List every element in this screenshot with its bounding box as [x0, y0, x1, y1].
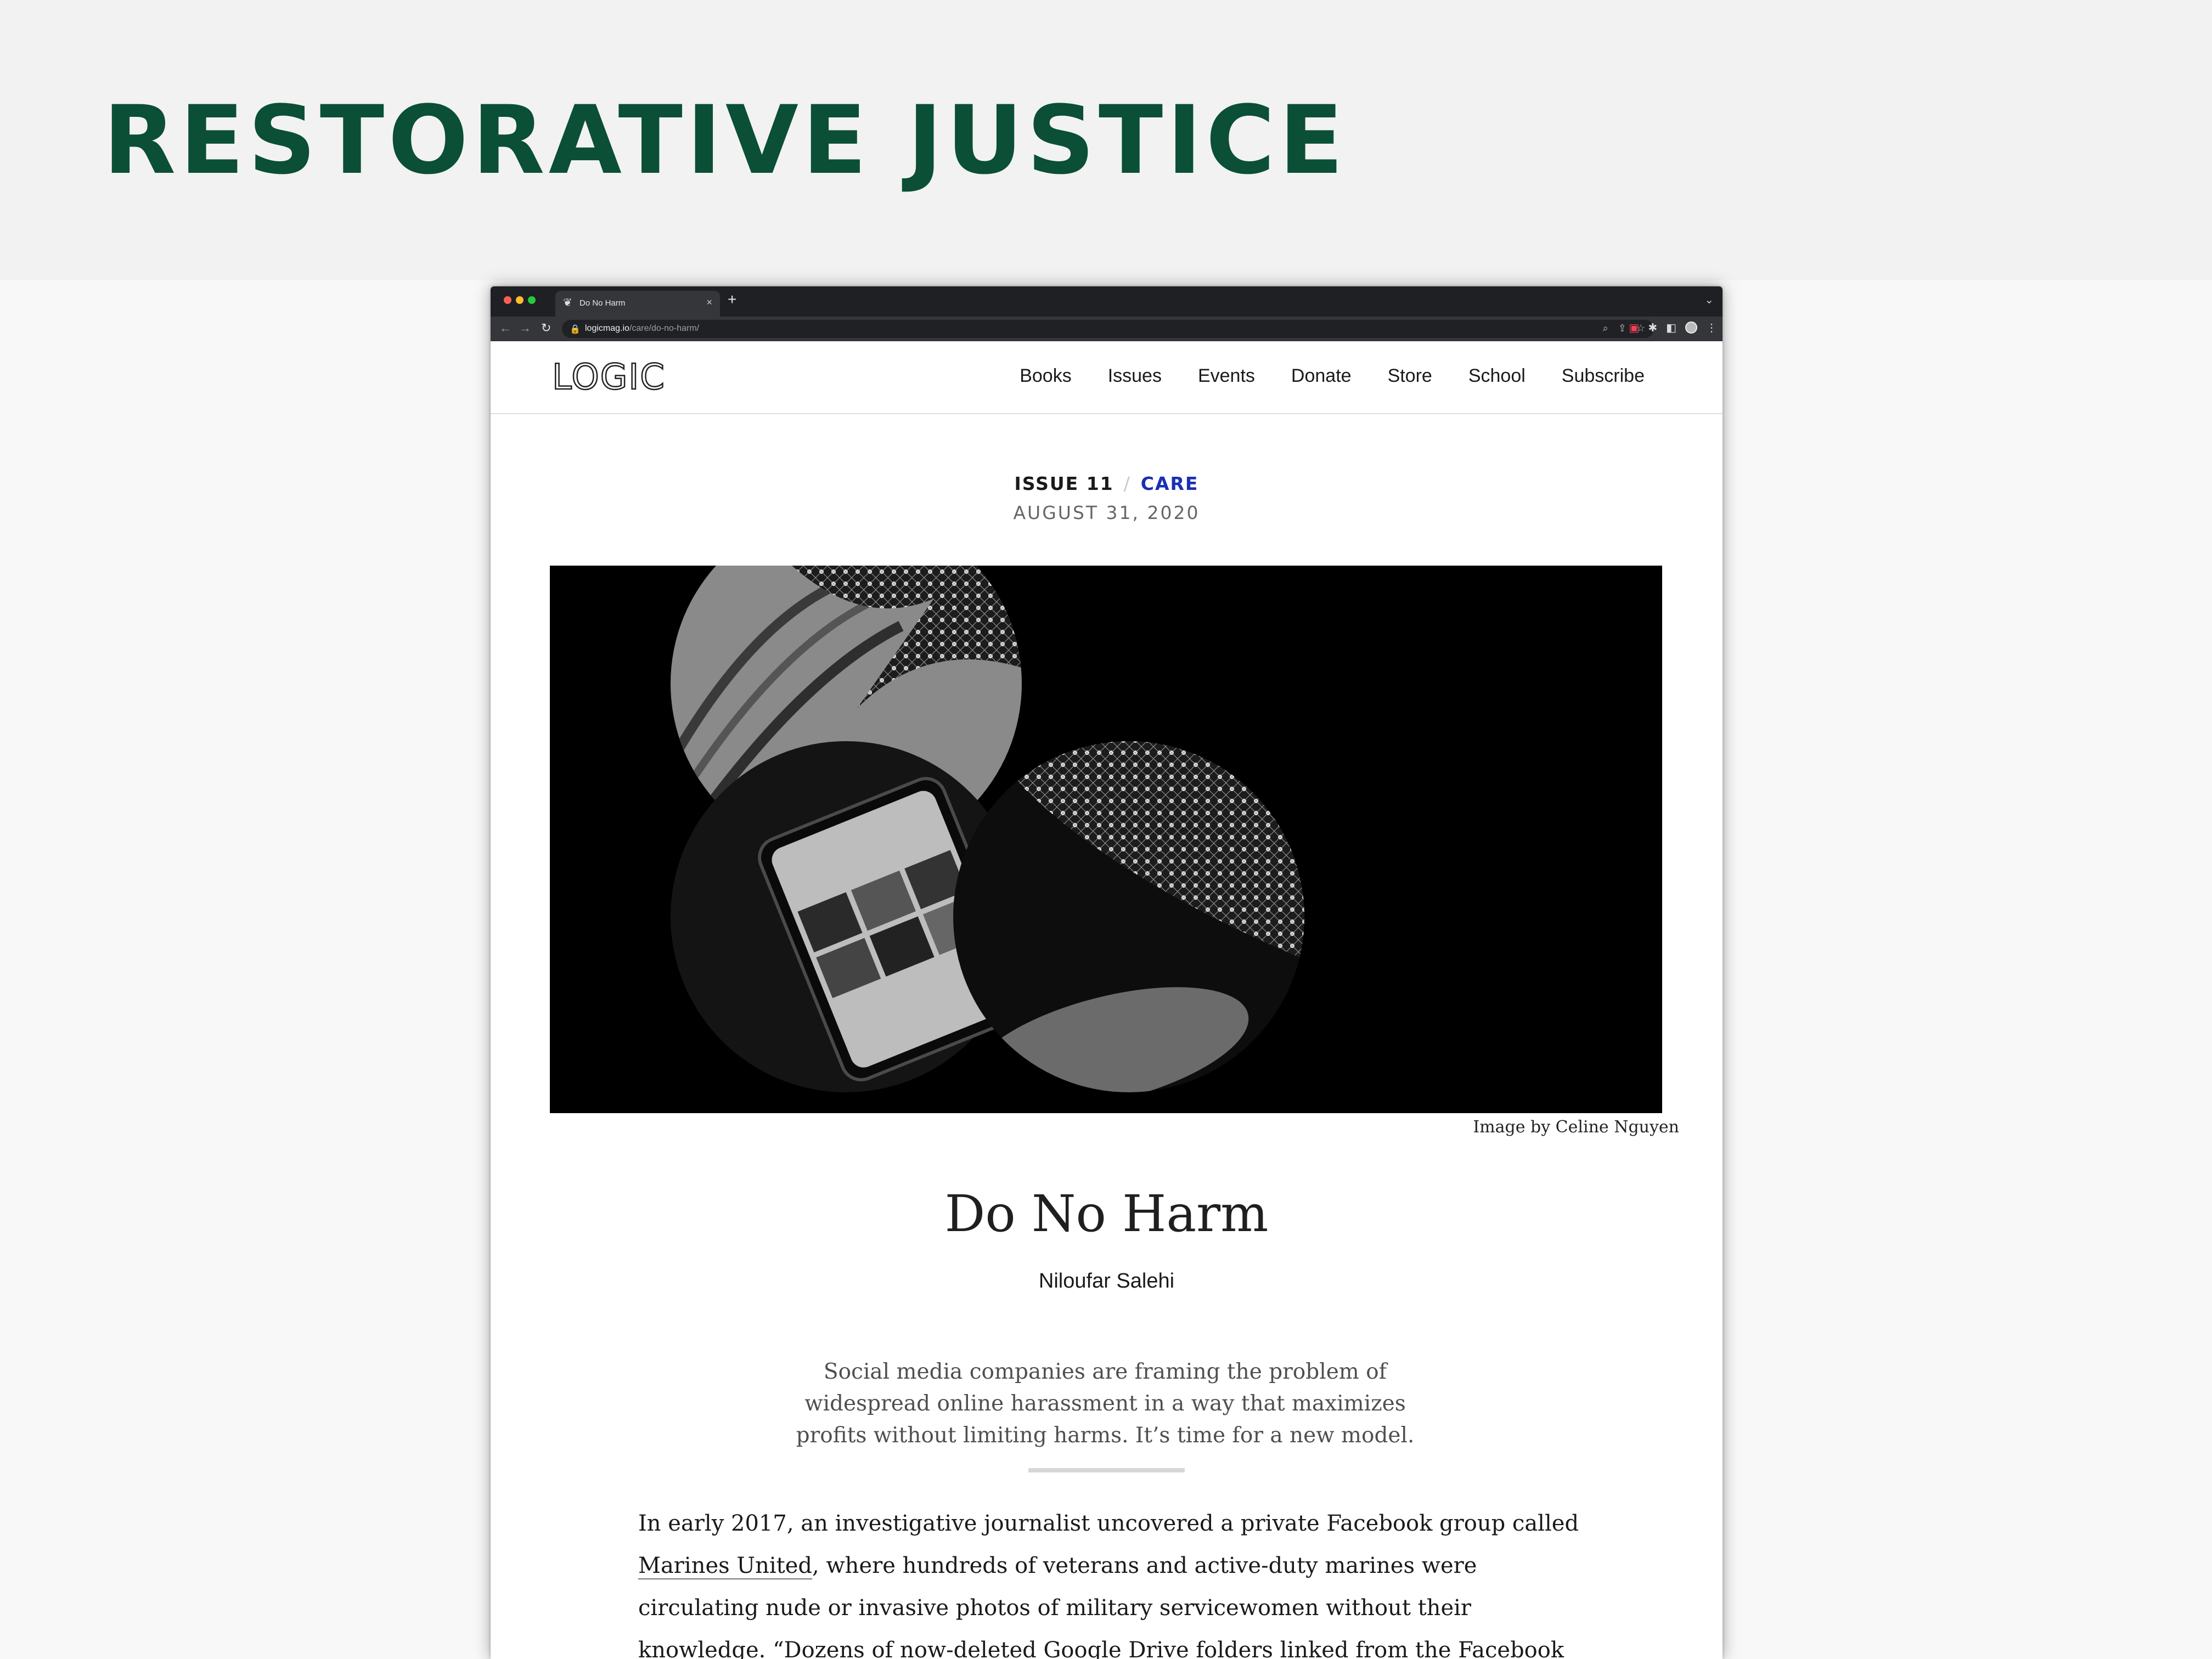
slide-title: RESTORATIVE JUSTICE — [103, 85, 1347, 195]
new-tab-button[interactable]: + — [728, 292, 736, 307]
lock-icon[interactable]: 🔒 — [570, 324, 581, 335]
dek-line: profits without limiting harms. It’s tim… — [796, 1423, 1415, 1448]
site-nav: Books Issues Events Donate Store School … — [1020, 365, 1645, 387]
article-author[interactable]: Niloufar Salehi — [491, 1269, 1723, 1293]
browser-tab-active[interactable]: ❦ Do No Harm × — [555, 291, 720, 317]
back-arrow-icon[interactable]: ← — [499, 321, 511, 335]
url-host: logicmag.io — [585, 324, 629, 333]
profile-avatar[interactable] — [1685, 321, 1697, 334]
body-text-start: In early 2017, an investigative journali… — [638, 1511, 1579, 1536]
issue-line: ISSUE 11 / CARE — [491, 473, 1723, 494]
side-panel-icon[interactable]: ◧ — [1666, 321, 1676, 335]
close-window-button[interactable] — [504, 296, 511, 304]
article-title: Do No Harm — [944, 1184, 1269, 1243]
nav-link-store[interactable]: Store — [1388, 365, 1432, 387]
tab-title: Do No Harm — [579, 298, 626, 308]
url-text[interactable]: logicmag.io/care/do-no-harm/ — [585, 324, 699, 334]
zoom-window-button[interactable] — [528, 296, 536, 304]
zoom-icon[interactable]: ⌕ — [1603, 323, 1608, 334]
dek-line: widespread online harassment in a way th… — [804, 1391, 1406, 1416]
site-header: LOGIC Books Issues Events Donate Store S… — [491, 341, 1723, 414]
browser-menu-icon[interactable]: ⋮ — [1706, 321, 1717, 335]
article-body: In early 2017, an investigative journali… — [638, 1503, 1582, 1659]
extensions-puzzle-icon[interactable]: ✱ — [1648, 321, 1657, 335]
site-favicon-icon: ❦ — [563, 297, 572, 309]
browser-window: ❦ Do No Harm × + ⌄ ← → ↻ 🔒 logicmag.io/c… — [491, 286, 1723, 1659]
forward-arrow-icon[interactable]: → — [519, 321, 531, 335]
marines-united-link[interactable]: Marines United — [638, 1553, 813, 1579]
publish-date: AUGUST 31, 2020 — [1013, 502, 1200, 523]
issue-separator: / — [1123, 473, 1131, 494]
pocket-extension-icon[interactable]: ▣ — [1629, 321, 1639, 335]
address-bar[interactable]: 🔒 logicmag.io/care/do-no-harm/ ⌕ ⇪ ☆ — [562, 320, 1654, 338]
nav-link-issues[interactable]: Issues — [1108, 365, 1162, 387]
dek-divider — [1028, 1468, 1185, 1472]
nav-link-subscribe[interactable]: Subscribe — [1562, 365, 1645, 387]
tab-close-icon[interactable]: × — [706, 297, 712, 308]
tab-search-chevron-icon[interactable]: ⌄ — [1704, 293, 1714, 307]
nav-link-school[interactable]: School — [1468, 365, 1526, 387]
minimize-window-button[interactable] — [516, 296, 524, 304]
image-caption: Image by Celine Nguyen — [1473, 1118, 1679, 1137]
browser-tab-bar: ❦ Do No Harm × + ⌄ — [491, 286, 1723, 317]
nav-link-books[interactable]: Books — [1020, 365, 1072, 387]
hero-image — [550, 566, 1662, 1113]
url-path: /care/do-no-harm/ — [629, 324, 700, 333]
dek-line: Social media companies are framing the p… — [823, 1359, 1387, 1384]
share-icon[interactable]: ⇪ — [1618, 323, 1626, 334]
issue-number[interactable]: ISSUE 11 — [1015, 473, 1114, 494]
article-dek: Social media companies are framing the p… — [790, 1356, 1421, 1452]
reload-icon[interactable]: ↻ — [541, 321, 551, 335]
site-logo[interactable]: LOGIC — [551, 359, 666, 396]
issue-category-link[interactable]: CARE — [1141, 473, 1199, 494]
nav-link-events[interactable]: Events — [1198, 365, 1255, 387]
browser-toolbar: ← → ↻ 🔒 logicmag.io/care/do-no-harm/ ⌕ ⇪… — [491, 317, 1723, 341]
nav-link-donate[interactable]: Donate — [1291, 365, 1352, 387]
hero-collage — [550, 566, 1662, 1113]
extension-icons: ▣ ✱ ◧ ⋮ — [1629, 321, 1717, 335]
